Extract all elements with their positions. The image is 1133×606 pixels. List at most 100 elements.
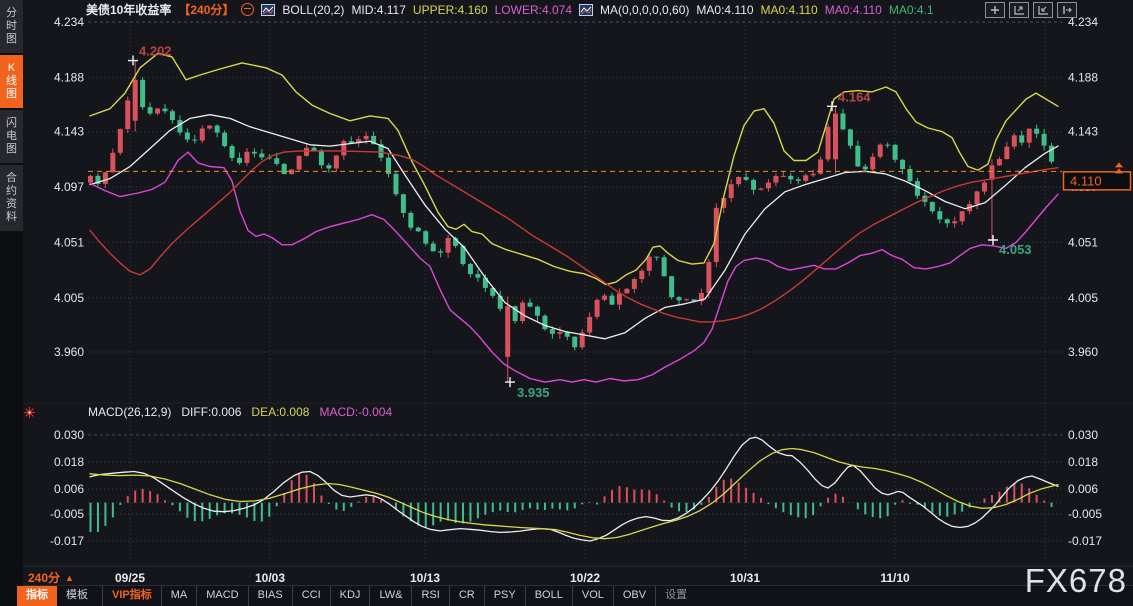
- toolbar-item-12[interactable]: PSY: [484, 586, 525, 606]
- svg-text:10/13: 10/13: [410, 571, 440, 585]
- boll-upper-value: UPPER:4.160: [413, 3, 488, 17]
- ma-value-1: MA0:4.110: [696, 3, 753, 17]
- scale-up-icon[interactable]: [1009, 2, 1029, 18]
- svg-text:4.051: 4.051: [54, 235, 84, 249]
- sidebar-tab-char: 约: [0, 185, 23, 198]
- svg-text:-0.005: -0.005: [1068, 507, 1102, 521]
- boll-indicator-icon[interactable]: [261, 4, 275, 16]
- toolbar-item-7[interactable]: CCI: [292, 586, 330, 606]
- chart-tool-buttons: [985, 2, 1077, 18]
- collapse-icon[interactable]: [241, 3, 254, 16]
- toolbar-item-6[interactable]: BIAS: [248, 586, 292, 606]
- sidebar-tab-1[interactable]: 分时图: [0, 0, 23, 53]
- svg-text:0.030: 0.030: [1068, 428, 1098, 442]
- chevron-up-icon: ▲: [65, 573, 74, 583]
- sidebar-tab-char: 时: [0, 20, 23, 33]
- svg-text:4.234: 4.234: [54, 15, 84, 29]
- sidebar-tab-char: 闪: [0, 117, 23, 130]
- boll-lower-value: LOWER:4.074: [495, 3, 572, 17]
- svg-text:4.051: 4.051: [1068, 235, 1098, 249]
- sidebar: 分时图K线图闪电图合约资料: [0, 0, 23, 606]
- sidebar-tab-4[interactable]: 合约资料: [0, 165, 23, 231]
- svg-text:0.006: 0.006: [1068, 482, 1098, 496]
- period-label: 【240分】: [178, 1, 234, 18]
- chart-header: 美债10年收益率 【240分】 BOLL(20,2) MID:4.117 UPP…: [86, 0, 934, 19]
- price-chart-canvas[interactable]: 4.2344.2344.1884.1884.1434.1434.0974.097…: [0, 0, 1133, 606]
- scale-down-icon[interactable]: [1033, 2, 1053, 18]
- sidebar-tab-char: 料: [0, 211, 23, 224]
- toolbar-item-5[interactable]: MACD: [196, 586, 247, 606]
- sidebar-tab-char: 图: [0, 143, 23, 156]
- svg-text:-0.017: -0.017: [1068, 534, 1102, 548]
- toolbar-item-11[interactable]: CR: [449, 586, 484, 606]
- sidebar-tab-char: 分: [0, 7, 23, 20]
- sidebar-tab-char: 资: [0, 198, 23, 211]
- svg-text:-0.017: -0.017: [50, 534, 84, 548]
- toolbar-item-16[interactable]: 设置: [655, 586, 696, 606]
- toolbar-item-3[interactable]: VIP指标: [102, 586, 161, 606]
- sidebar-tab-char: 线: [0, 75, 23, 88]
- boll-label: BOLL(20,2): [282, 3, 344, 17]
- svg-text:4.202: 4.202: [139, 44, 172, 59]
- watermark: FX678: [1025, 562, 1127, 600]
- macd-diff-value: DIFF:0.006: [181, 405, 241, 419]
- macd-header: MACD(26,12,9) DIFF:0.006 DEA:0.008 MACD:…: [88, 404, 392, 420]
- ma-value-2: MA0:4.110: [761, 3, 818, 17]
- svg-text:4.143: 4.143: [54, 125, 84, 139]
- sidebar-tab-2[interactable]: K线图: [0, 55, 23, 108]
- svg-text:10/03: 10/03: [255, 571, 285, 585]
- crosshair-icon[interactable]: [985, 2, 1005, 18]
- ma-label: MA(0,0,0,0,0,60): [600, 3, 689, 17]
- boll-mid-value: MID:4.117: [351, 3, 405, 17]
- svg-text:0.030: 0.030: [54, 428, 84, 442]
- sidebar-tab-char: 图: [0, 88, 23, 101]
- toolbar-item-9[interactable]: LW&: [369, 586, 411, 606]
- sidebar-tab-char: 电: [0, 130, 23, 143]
- toolbar-item-15[interactable]: OBV: [613, 586, 655, 606]
- svg-text:4.188: 4.188: [1068, 70, 1098, 84]
- svg-text:-0.005: -0.005: [50, 507, 84, 521]
- svg-text:0.018: 0.018: [1068, 455, 1098, 469]
- toolbar-item-13[interactable]: BOLL: [525, 586, 572, 606]
- toolbar-item-1[interactable]: 指标: [17, 586, 57, 606]
- ma-value-3: MA0:4.110: [825, 3, 882, 17]
- ma-indicator-icon[interactable]: [579, 4, 593, 16]
- svg-text:4.143: 4.143: [1068, 125, 1098, 139]
- toolbar-item-14[interactable]: VOL: [572, 586, 613, 606]
- sidebar-tab-char: 图: [0, 33, 23, 46]
- toolbar-item-8[interactable]: KDJ: [330, 586, 370, 606]
- svg-text:10/31: 10/31: [730, 571, 760, 585]
- current-price-tag: 4.110: [1070, 173, 1102, 188]
- svg-text:4.005: 4.005: [1068, 291, 1098, 305]
- indicator-marker-icon: [23, 406, 36, 419]
- svg-text:10/22: 10/22: [570, 571, 600, 585]
- toolbar-item-10[interactable]: RSI: [411, 586, 448, 606]
- trading-terminal: 4.2344.2344.1884.1884.1434.1434.0974.097…: [0, 0, 1133, 606]
- svg-text:09/25: 09/25: [115, 571, 145, 585]
- svg-text:4.164: 4.164: [838, 89, 871, 104]
- sidebar-tab-char: K: [0, 62, 23, 75]
- svg-text:4.005: 4.005: [54, 291, 84, 305]
- macd-macd-value: MACD:-0.004: [319, 405, 392, 419]
- indicator-toolbar: 指标模板VIP指标MAMACDBIASCCIKDJLW&RSICRPSYBOLL…: [17, 586, 696, 606]
- toolbar-item-4[interactable]: MA: [161, 586, 197, 606]
- macd-label: MACD(26,12,9): [88, 405, 171, 419]
- pan-right-icon[interactable]: [1057, 2, 1077, 18]
- svg-text:0.018: 0.018: [54, 455, 84, 469]
- macd-dea-value: DEA:0.008: [251, 405, 309, 419]
- timeframe-label: 240分: [28, 569, 60, 586]
- sidebar-tab-char: 合: [0, 172, 23, 185]
- svg-text:11/10: 11/10: [880, 571, 910, 585]
- svg-text:4.053: 4.053: [999, 242, 1032, 257]
- svg-text:4.097: 4.097: [54, 180, 84, 194]
- page-title: 美债10年收益率: [86, 1, 171, 18]
- ma-value-4: MA0:4.1: [889, 3, 934, 17]
- sidebar-tab-3[interactable]: 闪电图: [0, 110, 23, 163]
- timeframe-selector[interactable]: 240分 ▲: [28, 569, 74, 586]
- svg-text:3.960: 3.960: [54, 345, 84, 359]
- svg-text:0.006: 0.006: [54, 482, 84, 496]
- toolbar-item-2[interactable]: 模板: [57, 586, 97, 606]
- svg-text:3.935: 3.935: [517, 385, 550, 400]
- svg-text:4.188: 4.188: [54, 70, 84, 84]
- svg-text:3.960: 3.960: [1068, 345, 1098, 359]
